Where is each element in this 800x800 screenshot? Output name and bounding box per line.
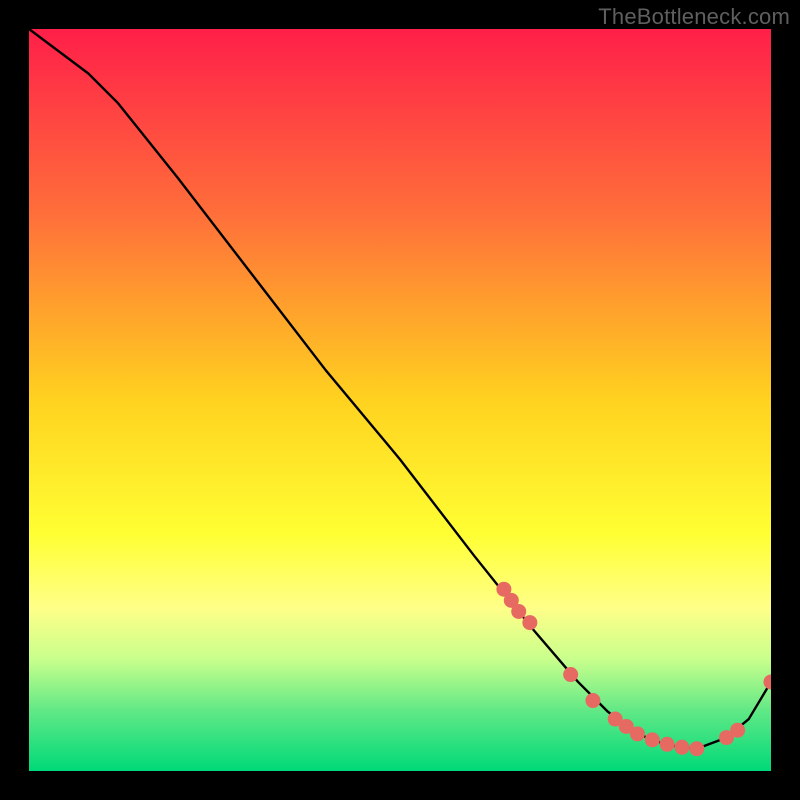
highlight-point — [645, 732, 660, 747]
chart-svg — [29, 29, 771, 771]
highlight-point — [585, 693, 600, 708]
chart-plot — [29, 29, 771, 771]
chart-frame: TheBottleneck.com — [0, 0, 800, 800]
highlight-point — [689, 741, 704, 756]
highlight-point — [730, 723, 745, 738]
highlight-point — [563, 667, 578, 682]
highlight-point — [660, 737, 675, 752]
highlight-point — [522, 615, 537, 630]
highlight-point — [674, 740, 689, 755]
watermark-text: TheBottleneck.com — [598, 4, 790, 30]
highlight-point — [630, 726, 645, 741]
highlight-point — [511, 604, 526, 619]
